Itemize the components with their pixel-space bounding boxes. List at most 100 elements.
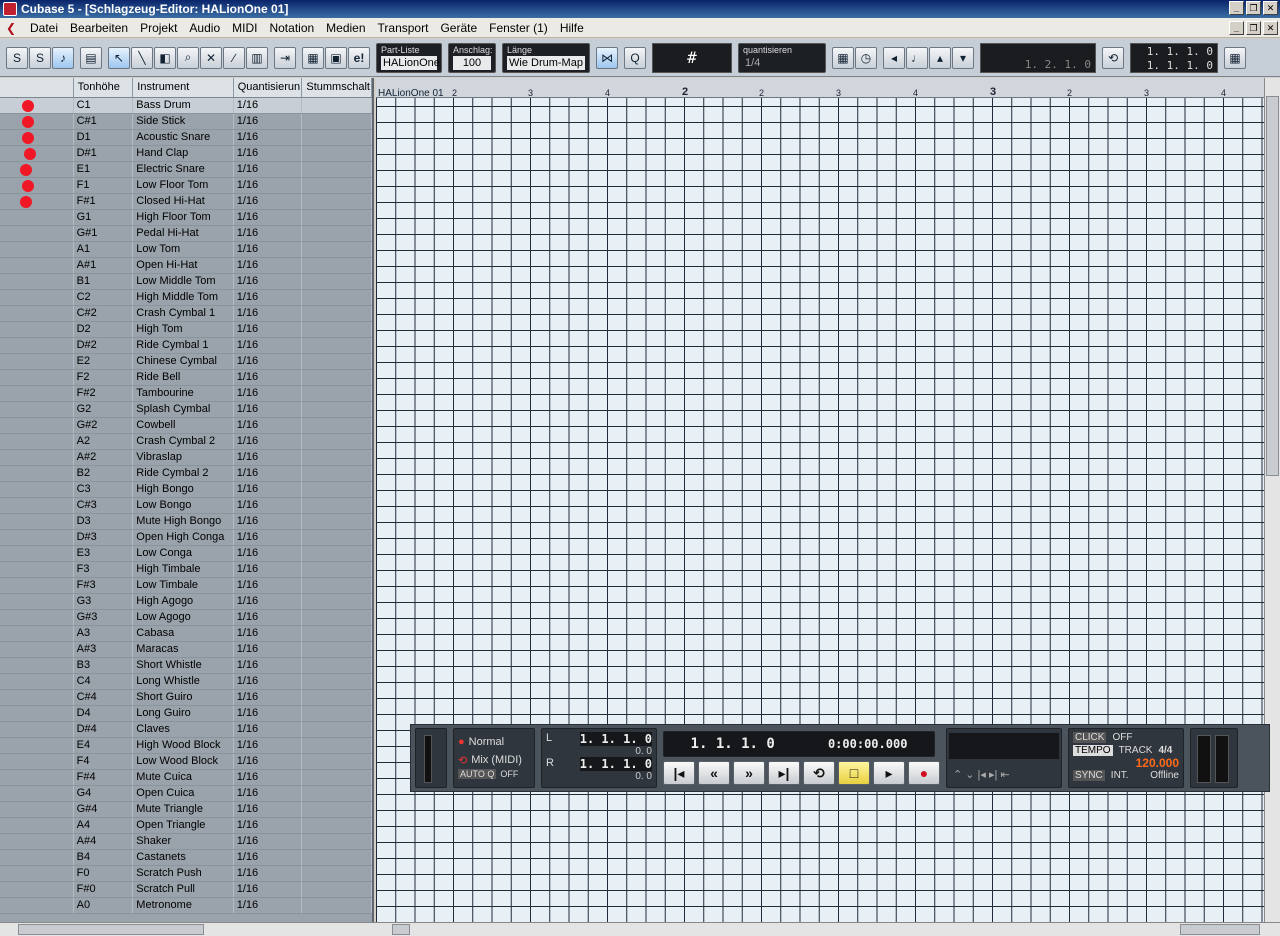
row-indicator-cell[interactable] [0,770,74,785]
doc-restore-button[interactable]: ❐ [1246,21,1261,35]
vertical-scrollbar[interactable] [1264,78,1280,922]
instrument-row[interactable]: A0 Metronome 1/16 [0,898,372,914]
row-indicator-cell[interactable] [0,546,74,561]
row-indicator-cell[interactable] [0,370,74,385]
instrument-row[interactable]: G#1 Pedal Hi-Hat 1/16 [0,226,372,242]
instrument-row[interactable]: A1 Low Tom 1/16 [0,242,372,258]
row-indicator-cell[interactable] [0,114,74,129]
instrument-row[interactable]: E4 High Wood Block 1/16 [0,738,372,754]
ruler[interactable]: HALionOne 01 2 3 4 2 2 3 4 3 2 3 4 [376,78,1264,99]
pointer-tool-icon[interactable]: ↖ [108,46,130,69]
stop-button[interactable]: □ [838,761,870,785]
instrument-row[interactable]: B2 Ride Cymbal 2 1/16 [0,466,372,482]
eraser-tool-icon[interactable]: ◧ [154,46,176,69]
row-indicator-cell[interactable] [0,722,74,737]
record-mode-value[interactable]: Normal [469,736,504,748]
row-indicator-cell[interactable] [0,98,74,113]
instrument-row[interactable]: D2 High Tom 1/16 [0,322,372,338]
go-to-start-button[interactable]: |◂ [663,761,695,785]
speaker-icon[interactable]: ♪ [52,46,74,69]
note-icon[interactable]: ♩ [906,46,928,69]
row-indicator-cell[interactable] [0,818,74,833]
row-indicator-cell[interactable] [0,386,74,401]
row-indicator-cell[interactable] [0,850,74,865]
column-instrument[interactable]: Instrument [133,78,234,97]
instrument-row[interactable]: F4 Low Wood Block 1/16 [0,754,372,770]
instrument-row[interactable]: F#2 Tambourine 1/16 [0,386,372,402]
instrument-row[interactable]: G3 High Agogo 1/16 [0,594,372,610]
instrument-row[interactable]: G#3 Low Agogo 1/16 [0,610,372,626]
menu-transport[interactable]: Transport [372,21,435,35]
row-indicator-cell[interactable] [0,274,74,289]
tempo-value[interactable]: 120.000 [1073,756,1179,770]
row-indicator-cell[interactable] [0,466,74,481]
doc-minimize-button[interactable]: _ [1229,21,1244,35]
zoom-tool-icon[interactable]: ⌕ [177,46,199,69]
instrument-row[interactable]: A#1 Open Hi-Hat 1/16 [0,258,372,274]
right-locator-value[interactable]: 1. 1. 1. 0 [579,757,652,771]
instrument-row[interactable]: A#4 Shaker 1/16 [0,834,372,850]
instrument-row[interactable]: D#1 Hand Clap 1/16 [0,146,372,162]
instrument-row[interactable]: D#2 Ride Cymbal 1 1/16 [0,338,372,354]
marker-nav-icons[interactable]: ⌃ ⌄ |◂ ▸| ⇤ [953,768,1010,781]
part-list-field[interactable]: Part-Liste HALionOne [376,42,442,73]
position-time[interactable]: 0:00:00.000 [828,737,907,751]
column-pitch[interactable]: Tonhöhe [74,78,134,97]
go-to-end-button[interactable]: ▸| [768,761,800,785]
row-indicator-cell[interactable] [0,738,74,753]
instrument-row[interactable]: C#2 Crash Cymbal 1 1/16 [0,306,372,322]
horizontal-scrollbar[interactable] [0,922,1280,936]
instrument-row[interactable]: F3 High Timbale 1/16 [0,562,372,578]
instrument-row[interactable]: C2 High Middle Tom 1/16 [0,290,372,306]
instrument-row[interactable]: A#2 Vibraslap 1/16 [0,450,372,466]
grid-type-display[interactable]: # [652,42,732,73]
row-indicator-cell[interactable] [0,210,74,225]
time-warp-tool-icon[interactable]: ▥ [246,46,268,69]
listen-icon[interactable]: S [29,46,51,69]
rewind-button[interactable]: « [698,761,730,785]
instrument-row[interactable]: G#4 Mute Triangle 1/16 [0,802,372,818]
record-button[interactable]: ● [908,761,940,785]
global-quantize-icon[interactable]: Q [624,46,646,69]
column-quantize[interactable]: Quantisierun [234,78,303,97]
row-indicator-cell[interactable] [0,562,74,577]
instrument-row[interactable]: D3 Mute High Bongo 1/16 [0,514,372,530]
step-input-icon[interactable]: ▦ [302,46,324,69]
instrument-row[interactable]: C3 High Bongo 1/16 [0,482,372,498]
row-indicator-cell[interactable] [0,498,74,513]
instrument-row[interactable]: C#3 Low Bongo 1/16 [0,498,372,514]
row-indicator-cell[interactable] [0,690,74,705]
time-signature[interactable]: 4/4 [1158,745,1172,756]
row-indicator-cell[interactable] [0,146,74,161]
row-indicator-cell[interactable] [0,434,74,449]
event-grid[interactable] [376,98,1264,922]
instrument-row[interactable]: D4 Long Guiro 1/16 [0,706,372,722]
instrument-row[interactable]: D#4 Claves 1/16 [0,722,372,738]
instrument-row[interactable]: F#1 Closed Hi-Hat 1/16 [0,194,372,210]
drum-map-icon[interactable]: ▦ [832,46,854,69]
row-indicator-cell[interactable] [0,162,74,177]
row-indicator-cell[interactable] [0,674,74,689]
cubase-logo-icon[interactable]: ❮ [6,22,18,34]
instrument-row[interactable]: G2 Splash Cymbal 1/16 [0,402,372,418]
clock-icon[interactable]: ◷ [855,46,877,69]
instrument-row[interactable]: E2 Chinese Cymbal 1/16 [0,354,372,370]
instrument-row[interactable]: F0 Scratch Push 1/16 [0,866,372,882]
instrument-row[interactable]: A3 Cabasa 1/16 [0,626,372,642]
menu-bearbeiten[interactable]: Bearbeiten [64,21,134,35]
instrument-row[interactable]: B3 Short Whistle 1/16 [0,658,372,674]
instrument-row[interactable]: B1 Low Middle Tom 1/16 [0,274,372,290]
row-indicator-cell[interactable] [0,578,74,593]
doc-close-button[interactable]: ✕ [1263,21,1278,35]
menu-midi[interactable]: MIDI [226,21,263,35]
instrument-row[interactable]: G#2 Cowbell 1/16 [0,418,372,434]
row-indicator-cell[interactable] [0,338,74,353]
tempo-label[interactable]: TEMPO [1073,745,1113,756]
row-indicator-cell[interactable] [0,882,74,897]
instrument-row[interactable]: C4 Long Whistle 1/16 [0,674,372,690]
menu-medien[interactable]: Medien [320,21,371,35]
click-label[interactable]: CLICK [1073,732,1107,743]
restore-button[interactable]: ❐ [1246,1,1261,15]
instrument-row[interactable]: G4 Open Cuica 1/16 [0,786,372,802]
nudge-up-icon[interactable]: ▴ [929,46,951,69]
